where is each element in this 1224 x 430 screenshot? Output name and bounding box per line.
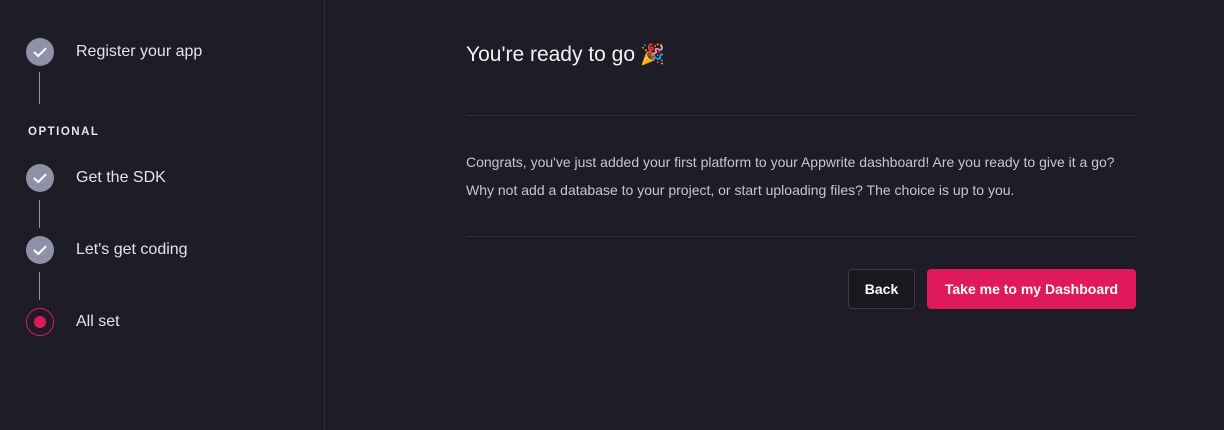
back-button[interactable]: Back bbox=[848, 269, 915, 309]
step-label: Let's get coding bbox=[76, 241, 188, 258]
step-all-set[interactable]: All set bbox=[26, 308, 120, 336]
step-connector bbox=[39, 272, 40, 300]
go-to-dashboard-button[interactable]: Take me to my Dashboard bbox=[927, 269, 1136, 309]
step-get-the-sdk[interactable]: Get the SDK bbox=[26, 164, 166, 192]
wizard-actions: Back Take me to my Dashboard bbox=[848, 269, 1136, 309]
step-label: All set bbox=[76, 313, 120, 330]
check-icon bbox=[26, 236, 54, 264]
congrats-message: Congrats, you've just added your first p… bbox=[466, 154, 1115, 198]
divider bbox=[466, 115, 1136, 116]
page-title-text: You're ready to go bbox=[466, 42, 636, 66]
step-connector bbox=[39, 200, 40, 228]
section-label-optional: OPTIONAL bbox=[28, 126, 100, 138]
party-popper-icon: 🎉 bbox=[640, 44, 665, 66]
wizard-sidebar: Register your app OPTIONAL Get the SDK L… bbox=[0, 0, 325, 430]
step-label: Get the SDK bbox=[76, 169, 166, 186]
page-title: You're ready to go 🎉 bbox=[466, 42, 665, 67]
step-register-your-app[interactable]: Register your app bbox=[26, 38, 202, 66]
step-lets-get-coding[interactable]: Let's get coding bbox=[26, 236, 188, 264]
divider bbox=[466, 236, 1136, 237]
current-step-icon bbox=[26, 308, 54, 336]
step-label: Register your app bbox=[76, 43, 203, 60]
check-icon bbox=[26, 164, 54, 192]
step-connector bbox=[39, 72, 40, 104]
check-icon bbox=[26, 38, 54, 66]
